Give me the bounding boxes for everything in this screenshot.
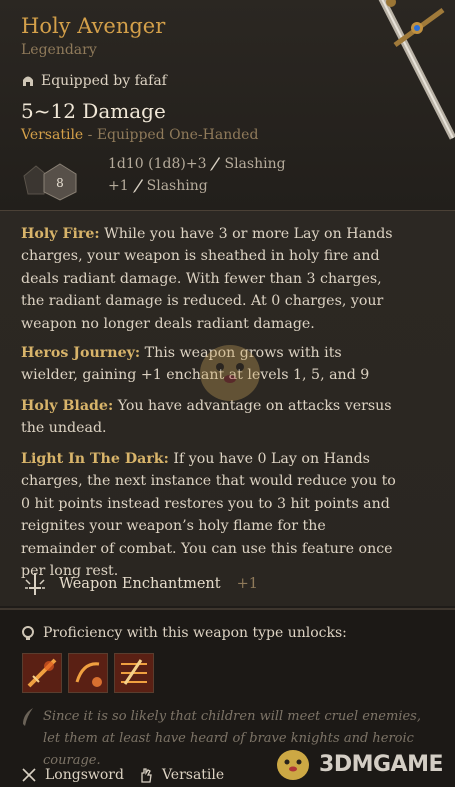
versatile-label: Versatile <box>21 127 84 143</box>
slashing-icon <box>210 157 221 171</box>
property-versatile: Versatile <box>138 767 224 783</box>
hand-icon <box>141 768 152 783</box>
pommel-strike-icon <box>69 654 107 692</box>
helmet-icon <box>23 76 33 86</box>
equip-info: Versatile - Equipped One-Handed <box>21 127 258 143</box>
damage-type: Slashing <box>224 156 286 172</box>
ability-holy-fire: Holy Fire: While you have 3 or more Lay … <box>21 223 396 335</box>
damage-line-2: +1 Slashing <box>108 178 208 194</box>
holy-avenger-sword-icon <box>378 0 455 140</box>
weapon-actions <box>22 653 154 693</box>
cleave-icon <box>23 654 61 692</box>
equip-state: - Equipped One-Handed <box>83 127 259 143</box>
proficiency-label: Proficiency with this weapon type unlock… <box>43 625 347 641</box>
weapon-action-slot[interactable] <box>68 653 108 693</box>
damage-dice: 1d10 (1d8)+3 <box>108 156 207 172</box>
dice-icon: 8 <box>23 163 77 201</box>
watermark-mascot-icon <box>200 345 260 401</box>
property-label: Longsword <box>45 767 124 783</box>
proficiency-header: Proficiency with this weapon type unlock… <box>21 625 347 641</box>
damage-type: Slashing <box>146 178 208 194</box>
equipped-by: Equipped by fafaf <box>21 73 167 89</box>
tooltip-header: Holy Avenger Legendary Equipped by fafaf… <box>0 0 455 211</box>
weapon-action-slot[interactable] <box>22 653 62 693</box>
ability-name: Holy Fire: <box>21 226 100 242</box>
property-longsword: Longsword <box>21 767 124 783</box>
longsword-icon <box>22 768 36 782</box>
enchant-sword-icon <box>25 573 45 595</box>
lacerate-icon <box>115 654 153 692</box>
damage-bonus: +1 <box>108 178 129 194</box>
slashing-icon <box>132 179 143 193</box>
site-watermark: 3DMGAME <box>273 747 443 781</box>
ability-name: Light In The Dark: <box>21 451 169 467</box>
damage-line-1: 1d10 (1d8)+3 Slashing <box>108 156 286 172</box>
ability-light-in-the-dark: Light In The Dark: If you have 0 Lay on … <box>21 448 396 582</box>
weapon-action-slot[interactable] <box>114 653 154 693</box>
weapon-properties: Longsword Versatile <box>21 767 224 783</box>
ability-name: Heros Journey: <box>21 345 141 361</box>
property-label: Versatile <box>161 767 225 783</box>
item-tooltip: Holy Avenger Legendary Equipped by fafaf… <box>0 0 455 787</box>
gear-skull-icon <box>22 626 34 640</box>
ability-text: If you have 0 Lay on Hands charges, the … <box>21 451 396 580</box>
equipped-by-text: Equipped by fafaf <box>41 73 167 89</box>
item-rarity: Legendary <box>21 42 97 58</box>
watermark-text: 3DMGAME <box>319 751 443 777</box>
damage-range: 5~12 Damage <box>21 99 166 123</box>
enchant-value: +1 <box>236 576 258 592</box>
quill-icon <box>23 708 33 726</box>
die-value: 8 <box>56 176 64 190</box>
item-title: Holy Avenger <box>21 14 166 38</box>
tooltip-body: Holy Fire: While you have 3 or more Lay … <box>0 211 455 606</box>
weapon-enchantment: Weapon Enchantment +1 <box>21 570 258 598</box>
ability-name: Holy Blade: <box>21 398 114 414</box>
enchant-label: Weapon Enchantment <box>59 576 221 592</box>
mascot-logo-icon <box>277 750 310 780</box>
